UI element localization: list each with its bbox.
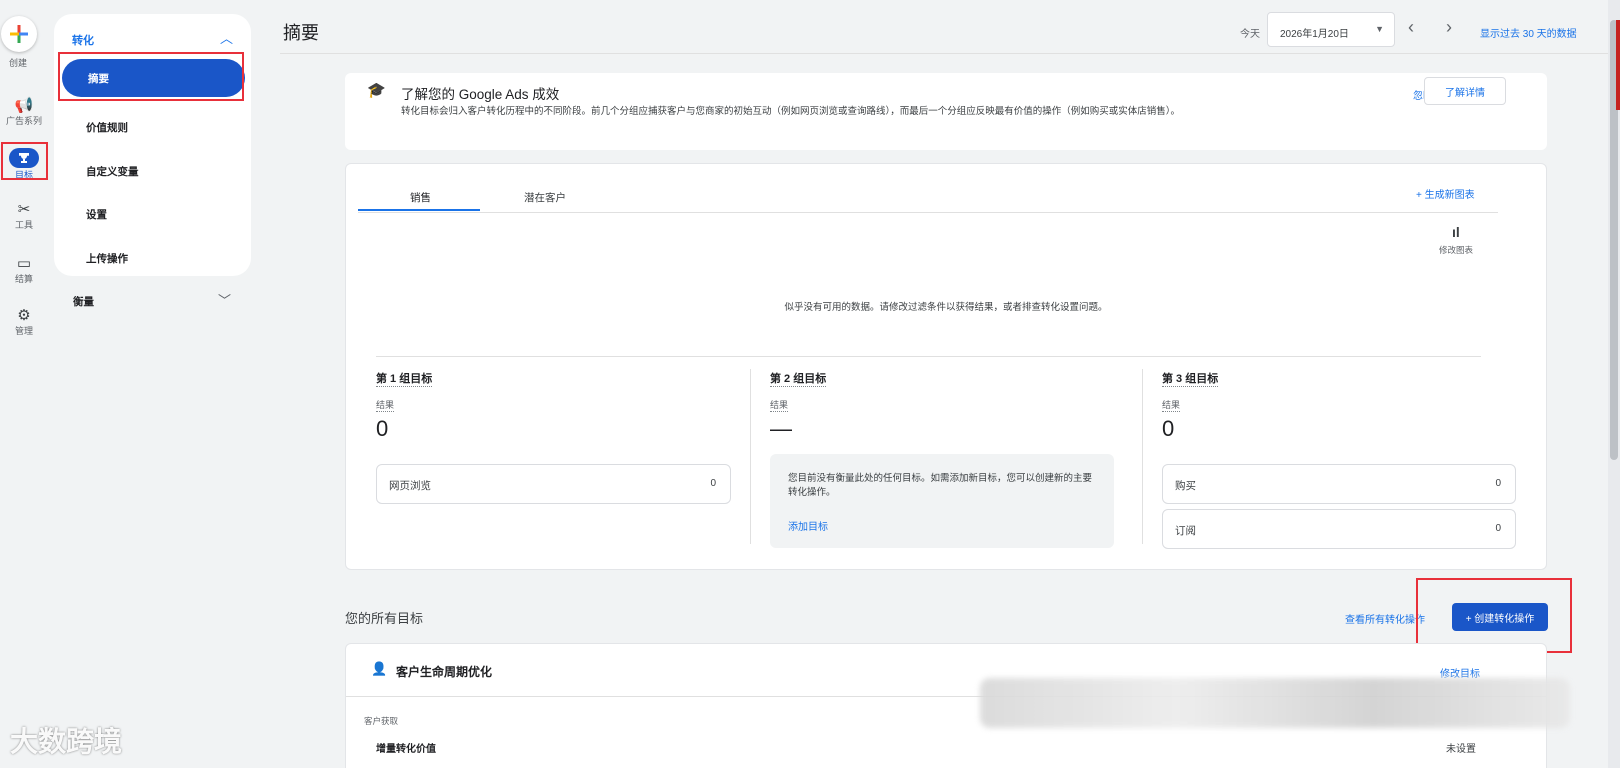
show-range-link[interactable]: 显示过去 30 天的数据 <box>1480 25 1577 40</box>
learn-more-button[interactable]: 了解详情 <box>1424 77 1506 105</box>
add-person-icon: 👤 <box>371 661 388 676</box>
bar-chart-icon[interactable]: ıl <box>1452 224 1460 240</box>
stage-3-row-purchase[interactable]: 购买 0 <box>1162 464 1516 504</box>
summary-card: 销售 潜在客户 + 生成新图表 ıl 修改图表 似乎没有可用的数据。请修改过滤条… <box>345 163 1547 570</box>
banner-title: 了解您的 Google Ads 成效 <box>401 87 560 102</box>
header-divider <box>280 53 1610 54</box>
subnav-item-uploads[interactable]: 上传操作 <box>86 251 128 266</box>
graduation-cap-icon: 🎓 <box>367 82 386 99</box>
blurred-overlay <box>980 678 1570 728</box>
active-tab-indicator <box>358 209 480 211</box>
stage-divider <box>1142 369 1143 544</box>
view-all-conversions-link[interactable]: 查看所有转化操作 <box>1345 611 1425 626</box>
subnav-item-custom-variables[interactable]: 自定义变量 <box>86 164 139 179</box>
highlight-box-goals <box>1 142 48 180</box>
tab-leads[interactable]: 潜在客户 <box>524 190 566 205</box>
left-rail: 创建 📢 广告系列 目标 ✂ 工具 ▭ 结算 ⚙ 管理 <box>0 0 48 768</box>
create-button[interactable] <box>1 16 37 52</box>
generate-chart-button[interactable]: + 生成新图表 <box>1416 186 1475 201</box>
scrollbar-marker <box>1616 20 1620 110</box>
stage-3-value: 0 <box>1162 416 1175 441</box>
row-label: 网页浏览 <box>389 480 431 492</box>
add-goal-link[interactable]: 添加目标 <box>788 518 828 533</box>
subnav-section-title[interactable]: 转化 <box>72 32 94 48</box>
lifecycle-item: 增量转化价值 <box>376 744 436 755</box>
subnav-item-settings[interactable]: 设置 <box>86 207 107 222</box>
rail-tools-label: 工具 <box>14 220 33 230</box>
gear-icon: ⚙ <box>17 307 31 324</box>
stage-3-title[interactable]: 第 3 组目标 <box>1162 370 1219 387</box>
chevron-up-icon[interactable]: ︿ <box>220 28 233 47</box>
edit-chart-label[interactable]: 修改图表 <box>1439 244 1473 256</box>
dropdown-caret-icon: ▼ <box>1375 24 1384 34</box>
learn-more-label: 了解详情 <box>1445 87 1485 99</box>
rail-admin-label: 管理 <box>14 326 33 336</box>
prev-period-icon[interactable]: ‹ <box>1408 17 1414 38</box>
rail-item-tools[interactable]: ✂ 工具 <box>0 202 48 231</box>
stage-2-title[interactable]: 第 2 组目标 <box>770 370 827 387</box>
rail-billing-label: 结算 <box>14 274 33 284</box>
row-value: 0 <box>1495 478 1501 489</box>
stage-3-row-subscribe[interactable]: 订阅 0 <box>1162 509 1516 549</box>
info-banner: 🎓 了解您的 Google Ads 成效 转化目标会归入客户转化历程中的不同阶段… <box>345 73 1547 150</box>
lifecycle-status: 未设置 <box>1446 744 1476 755</box>
tab-sales[interactable]: 销售 <box>410 190 431 205</box>
watermark: 大数跨境 <box>10 726 123 757</box>
stage-1-title[interactable]: 第 1 组目标 <box>376 370 433 387</box>
lifecycle-category: 客户获取 <box>364 716 399 726</box>
plus-icon <box>10 25 28 43</box>
tabs-divider <box>358 212 1498 213</box>
today-label: 今天 <box>1240 29 1260 40</box>
lifecycle-title: 客户生命周期优化 <box>396 665 493 679</box>
row-value: 0 <box>710 478 716 489</box>
megaphone-icon: 📢 <box>14 97 34 114</box>
stage-2-value: — <box>770 416 792 441</box>
stage-divider <box>750 369 751 544</box>
stage-2-empty-state: 您目前没有衡量此处的任何目标。如需添加新目标，您可以创建新的主要转化操作。 添加… <box>770 454 1114 548</box>
rail-item-admin[interactable]: ⚙ 管理 <box>0 308 48 337</box>
rail-item-billing[interactable]: ▭ 结算 <box>0 256 48 285</box>
no-data-message: 似乎没有可用的数据。请修改过滤条件以获得结果，或者排查转化设置问题。 <box>784 302 1108 313</box>
next-period-icon[interactable]: › <box>1446 17 1452 38</box>
rail-campaigns-label: 广告系列 <box>5 116 42 126</box>
date-value: 2026年1月20日 <box>1280 29 1349 40</box>
rail-item-campaigns[interactable]: 📢 广告系列 <box>0 98 48 127</box>
stage-1-value: 0 <box>376 416 389 441</box>
stage-3-metric: 结果 <box>1162 400 1181 412</box>
empty-state-message: 您目前没有衡量此处的任何目标。如需添加新目标，您可以创建新的主要转化操作。 <box>788 473 1093 498</box>
stage-1-row[interactable]: 网页浏览 0 <box>376 464 731 504</box>
row-label: 购买 <box>1175 480 1196 492</box>
all-goals-heading: 您的所有目标 <box>345 611 424 626</box>
highlight-box-create <box>1416 578 1572 653</box>
stage-2-metric: 结果 <box>770 400 789 412</box>
tools-icon: ✂ <box>17 201 31 218</box>
card-icon: ▭ <box>16 255 32 272</box>
date-range-select[interactable]: 2026年1月20日 ▼ <box>1267 12 1395 47</box>
chevron-down-icon[interactable]: ﹀ <box>218 290 231 309</box>
banner-description: 转化目标会归入客户转化历程中的不同阶段。前几个分组应捕获客户与您商家的初始互动（… <box>401 106 1181 117</box>
stage-1-metric: 结果 <box>376 400 395 412</box>
row-value: 0 <box>1495 523 1501 534</box>
stages-divider <box>376 356 1481 357</box>
subnav-item-value-rules[interactable]: 价值规则 <box>86 120 128 135</box>
page-title: 摘要 <box>283 23 319 43</box>
rail-create-label: 创建 <box>8 58 27 68</box>
row-label: 订阅 <box>1175 525 1196 537</box>
highlight-box-summary <box>58 52 244 101</box>
subnav-measure[interactable]: 衡量 <box>73 294 94 309</box>
